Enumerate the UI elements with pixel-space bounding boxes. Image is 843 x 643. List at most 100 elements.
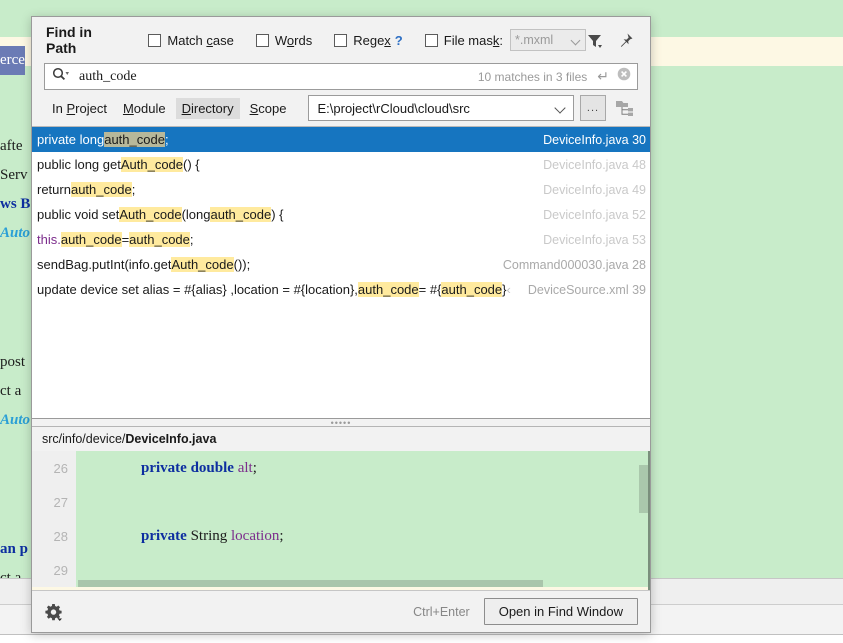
search-row: auth_code 10 matches in 3 files ↵ [32, 63, 650, 90]
result-row[interactable]: public long get Auth_code() { DeviceInfo.j… [32, 152, 650, 177]
file-mask-select[interactable]: *.mxml [510, 29, 586, 51]
snippet-text: update device set alias = #{alias} ,loca… [37, 282, 358, 297]
dialog-footer: Ctrl+Enter Open in Find Window [32, 590, 650, 632]
preview-line-number: 28 [53, 528, 68, 544]
result-row[interactable]: update device set alias = #{alias} ,loca… [32, 277, 650, 302]
preview-token: ; [279, 527, 284, 544]
checkbox-regex[interactable] [334, 33, 348, 47]
scope-tab-scope[interactable]: Scope [244, 98, 293, 119]
background-code-line: Serv [0, 167, 28, 183]
snippet-text: private long [37, 132, 105, 147]
result-snippet: return auth_code; [37, 182, 533, 197]
match-highlight: auth_code [210, 207, 272, 222]
background-code-line: Auto [0, 406, 30, 435]
open-in-find-window-label: Open in Find Window [498, 604, 623, 619]
preview-token: ; [252, 459, 257, 476]
search-input[interactable]: auth_code 10 matches in 3 files ↵ [44, 63, 638, 90]
option-file-mask[interactable]: File mask: *.mxml [424, 29, 586, 51]
module-tree-icon[interactable] [612, 95, 638, 121]
preview-line: 27 [32, 485, 650, 519]
snippet-text: = #{ [418, 282, 442, 297]
gear-icon[interactable] [44, 602, 64, 622]
chevron-down-icon [570, 35, 581, 46]
pin-icon[interactable] [617, 32, 634, 49]
snippet-text: sendBag.putInt(info.get [37, 257, 172, 272]
match-highlight: auth_code [70, 182, 132, 197]
preview-code-pane[interactable]: 26 private double alt; 27 28 private Strin… [32, 451, 650, 590]
option-label-file-mask: File mask: [443, 32, 503, 48]
result-snippet: sendBag.putInt(info.get Auth_code ()); [37, 257, 493, 272]
scope-row: In Project Module Directory Scope E:\projec… [32, 90, 650, 126]
match-highlight: auth_code [441, 282, 503, 297]
background-code-line: ct a [0, 383, 22, 399]
magnifier-dropdown-icon[interactable] [52, 67, 70, 86]
open-in-find-window-button[interactable]: Open in Find Window [483, 598, 638, 625]
clear-icon[interactable] [617, 67, 631, 86]
checkbox-file-mask[interactable] [424, 33, 438, 47]
file-mask-value: *.mxml [515, 33, 554, 47]
option-label-words: Words [274, 32, 313, 48]
scope-tab-in-project[interactable]: In Project [46, 98, 113, 119]
preview-vertical-scrollbar[interactable] [639, 465, 648, 513]
result-file-location: DeviceSource.xml 39 [527, 282, 646, 297]
background-annotation: Auto [0, 225, 31, 241]
preview-line-code: private double alt; [76, 460, 257, 477]
browse-button-label: ... [586, 102, 600, 114]
match-highlight: Auth_code [120, 157, 184, 172]
preview-line: 30 private long auth_code; [32, 587, 650, 590]
search-input-value: auth_code [79, 68, 137, 84]
splitter-grip-icon: ••••• [330, 417, 352, 428]
enter-hint-icon: ↵ [597, 68, 609, 84]
truncation-icon: ‹ [506, 282, 511, 297]
preview-token: private [141, 459, 187, 476]
directory-combobox[interactable]: E:\project\rCloud\cloud\src [308, 95, 574, 121]
result-row[interactable]: return auth_code; DeviceInfo.java 49 [32, 177, 650, 202]
shortcut-hint: Ctrl+Enter [413, 604, 470, 619]
match-highlight: Auth_code [171, 257, 234, 272]
result-row[interactable]: sendBag.putInt(info.get Auth_code ()); Comm… [32, 252, 650, 277]
scope-tab-module[interactable]: Module [117, 98, 172, 119]
snippet-text: public void set [37, 207, 120, 222]
background-code-line: an p [0, 535, 28, 564]
background-code-line: Auto [0, 219, 30, 248]
filter-icon[interactable] [586, 32, 603, 49]
result-row[interactable]: public void set Auth_code (long auth_code)… [32, 202, 650, 227]
preview-horizontal-scrollbar[interactable] [78, 580, 543, 587]
result-row[interactable]: private long auth_code; DeviceInfo.java 3… [32, 127, 650, 152]
result-row[interactable]: this. auth_code = auth_code; DeviceInfo.ja… [32, 227, 650, 252]
option-match-case[interactable]: Match case [148, 33, 234, 48]
preview-token [126, 460, 141, 476]
search-results-list[interactable]: private long auth_code; DeviceInfo.java 3… [32, 126, 650, 419]
background-keyword: ws B [0, 196, 31, 212]
snippet-text: return [37, 182, 71, 197]
result-snippet: public long get Auth_code() { [37, 157, 533, 172]
background-selected-text: erce [0, 46, 25, 75]
preview-code-lines: 26 private double alt; 27 28 private Strin… [32, 451, 650, 590]
browse-button[interactable]: ... [580, 95, 606, 121]
preview-right-edge [648, 451, 650, 590]
checkbox-match-case[interactable] [148, 33, 162, 47]
header-icon-group [586, 32, 638, 49]
preview-splitter[interactable]: ••••• [32, 417, 650, 428]
result-file-location: DeviceInfo.java 48 [543, 157, 646, 172]
snippet-text: ; [131, 182, 136, 197]
result-file-location: DeviceInfo.java 52 [543, 207, 646, 222]
preview-path-file: DeviceInfo.java [125, 432, 217, 446]
match-highlight: auth_code [357, 282, 419, 297]
preview-token: alt [237, 459, 253, 476]
snippet-text: = [121, 232, 130, 247]
result-snippet: this. auth_code = auth_code; [37, 232, 533, 247]
background-code-line: afte [0, 138, 23, 154]
dialog-header: Find in Path Match case Words Regex? File m… [32, 17, 650, 63]
checkbox-words[interactable] [255, 33, 269, 47]
scope-tab-directory[interactable]: Directory [175, 97, 240, 119]
search-options-row: Match case Words Regex? File mask: *.mxml [148, 29, 586, 51]
option-regex[interactable]: Regex? [334, 33, 403, 48]
background-code-line: ws B [0, 190, 30, 219]
find-in-path-dialog: Find in Path Match case Words Regex? File m… [31, 16, 651, 633]
option-words[interactable]: Words [255, 32, 313, 48]
match-highlight: Auth_code [119, 207, 182, 222]
regex-help-icon[interactable]: ? [395, 33, 403, 48]
match-highlight: auth_code [60, 232, 122, 247]
preview-line: 26 private double alt; [32, 451, 650, 485]
